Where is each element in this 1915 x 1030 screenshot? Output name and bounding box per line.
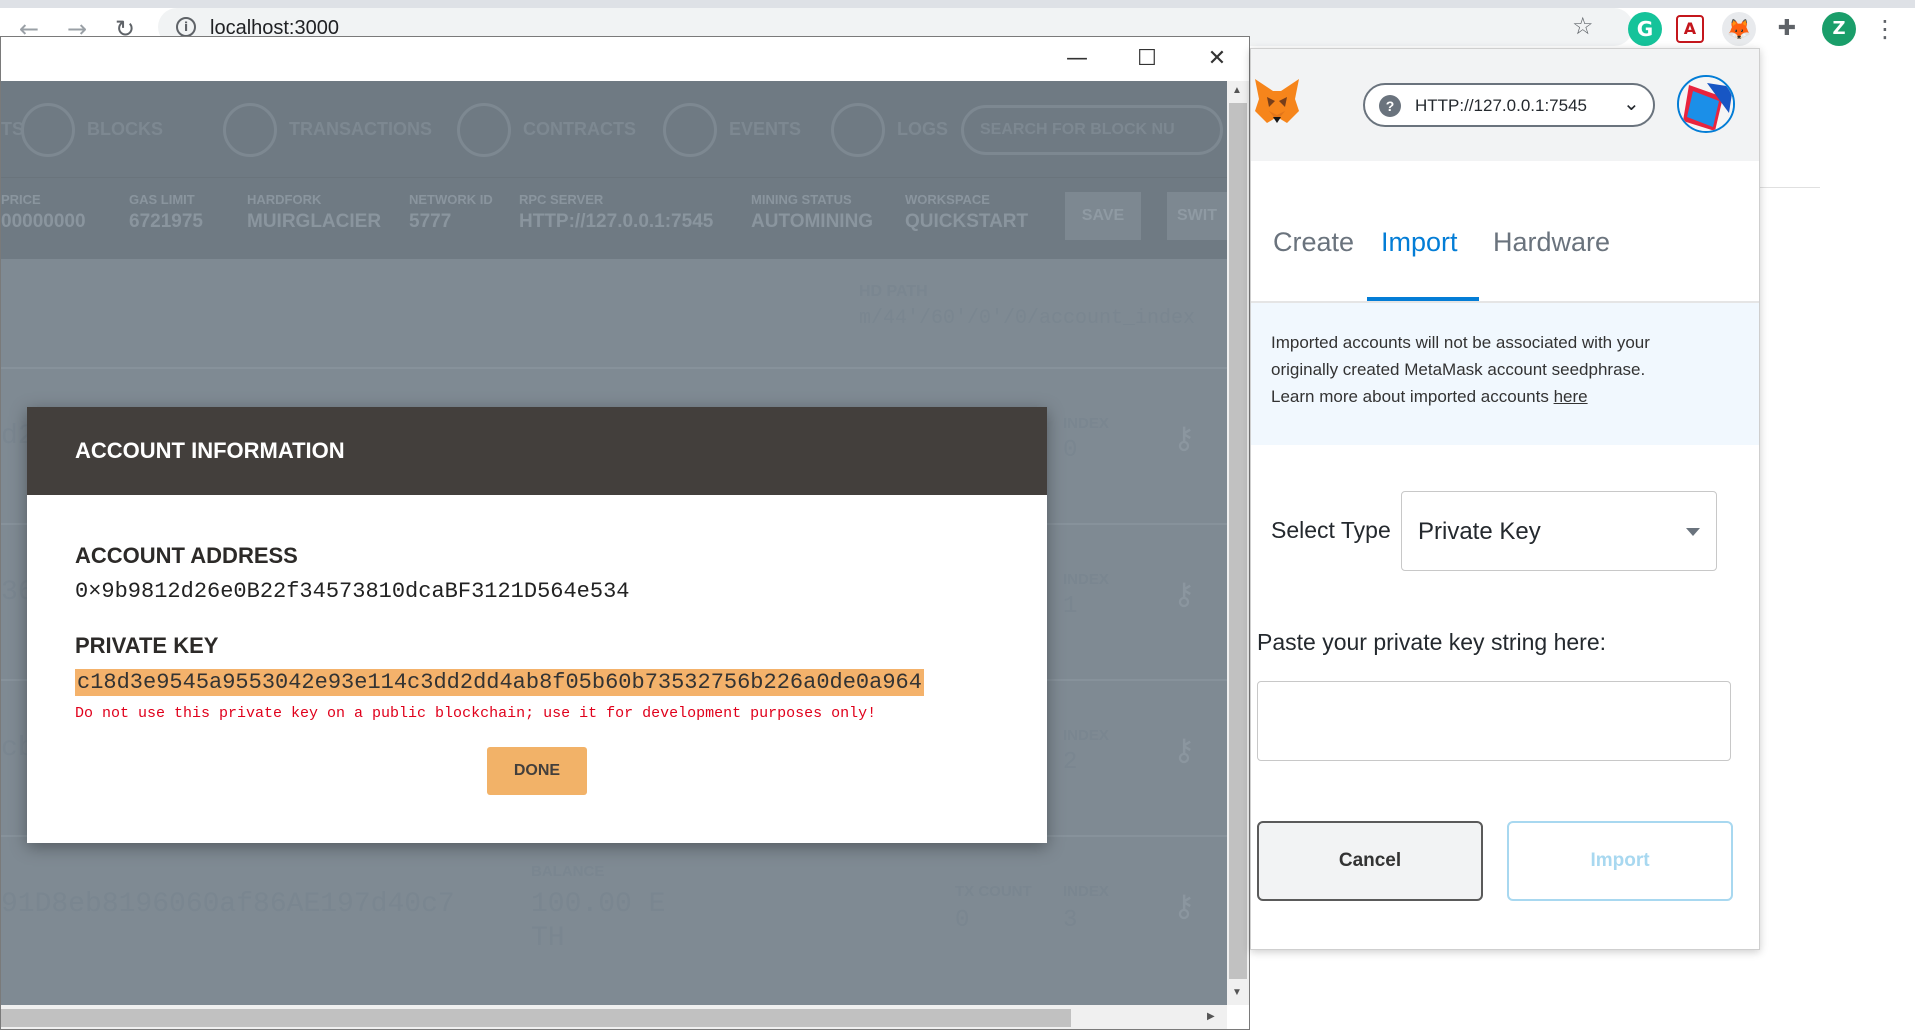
browser-menu-icon[interactable]: ⋮: [1868, 12, 1902, 46]
contracts-icon: [457, 103, 511, 158]
nav-contracts[interactable]: CONTRACTS: [457, 101, 636, 158]
private-key-value[interactable]: c18d3e9545a9553042e93e114c3dd2dd4ab8f05b…: [75, 669, 924, 696]
network-selector[interactable]: ? HTTP://127.0.0.1:7545 ⌄: [1363, 83, 1655, 127]
private-key-label: PRIVATE KEY: [75, 633, 219, 658]
modal-title: ACCOUNT INFORMATION: [27, 407, 1047, 495]
tab-create[interactable]: Create: [1273, 227, 1354, 258]
minimize-button[interactable]: —: [1057, 41, 1097, 77]
transactions-icon: [223, 103, 277, 158]
account-address-label: ACCOUNT ADDRESS: [75, 543, 298, 568]
stat-rpc-server: RPC SERVER HTTP://127.0.0.1:7545: [519, 192, 714, 232]
vertical-scrollbar[interactable]: ▲ ▼: [1227, 81, 1249, 1005]
nav-blocks[interactable]: BLOCKS: [21, 101, 163, 158]
account-avatar[interactable]: [1677, 75, 1735, 133]
stat-workspace: WORKSPACE QUICKSTART: [905, 192, 1029, 232]
active-tab-indicator: [1367, 297, 1479, 301]
metamask-header: ? HTTP://127.0.0.1:7545 ⌄: [1251, 49, 1759, 161]
show-key-icon[interactable]: ⚷: [1173, 577, 1209, 613]
account-method-tabs: Create Import Hardware: [1251, 161, 1759, 303]
maximize-button[interactable]: ☐: [1127, 41, 1167, 77]
close-icon: ✕: [1207, 46, 1227, 71]
horizontal-scroll-thumb[interactable]: [1, 1009, 1071, 1027]
stat-mining-status: MINING STATUS AUTOMINING: [751, 192, 874, 232]
page-divider: [1760, 187, 1820, 188]
show-key-icon[interactable]: ⚷: [1173, 733, 1209, 769]
profile-avatar[interactable]: Z: [1822, 12, 1856, 46]
events-bell-icon: [663, 103, 717, 158]
horizontal-scrollbar[interactable]: ▶: [1, 1005, 1227, 1029]
stat-gas-limit: GAS LIMIT 6721975: [129, 192, 203, 232]
import-type-value: Private Key: [1418, 518, 1541, 545]
minimize-icon: —: [1066, 46, 1088, 71]
learn-more-link[interactable]: here: [1554, 387, 1588, 406]
network-help-icon: ?: [1379, 95, 1401, 117]
switch-workspace-button[interactable]: SWIT: [1167, 192, 1227, 240]
stat-gas-price: PRICE 00000000: [1, 192, 86, 232]
nav-logs[interactable]: LOGS: [831, 101, 948, 158]
save-workspace-button[interactable]: SAVE: [1065, 192, 1141, 240]
identicon-icon: [1679, 77, 1733, 131]
ganache-app: TS BLOCKS TRANSACTIONS CONTRACTS EVENTS …: [1, 81, 1227, 1005]
ganache-stats-bar: PRICE 00000000 GAS LIMIT 6721975 HARDFORK M…: [1, 177, 1227, 259]
metamask-popup: ? HTTP://127.0.0.1:7545 ⌄ Create Import …: [1250, 48, 1760, 950]
logs-icon: [831, 103, 885, 158]
metamask-extension-icon[interactable]: 🦊: [1722, 12, 1756, 46]
grammarly-icon[interactable]: G: [1628, 12, 1662, 46]
done-button[interactable]: DONE: [487, 747, 587, 795]
select-type-label: Select Type: [1271, 517, 1391, 543]
hd-path-label: HD PATH: [859, 283, 928, 300]
metamask-fox-icon: [1255, 79, 1299, 123]
scroll-down-icon[interactable]: ▼: [1232, 987, 1242, 998]
extensions-puzzle-icon[interactable]: ✚: [1770, 12, 1804, 46]
tab-strip: [0, 0, 1915, 8]
site-info-icon[interactable]: i: [176, 17, 196, 37]
import-info-notice: Imported accounts will not be associated…: [1251, 303, 1759, 445]
caret-down-icon: [1686, 528, 1700, 536]
network-name: HTTP://127.0.0.1:7545: [1415, 96, 1587, 115]
block-search-input[interactable]: SEARCH FOR BLOCK NU: [961, 105, 1223, 155]
scroll-up-icon[interactable]: ▲: [1232, 85, 1242, 96]
account-information-modal: ACCOUNT INFORMATION ACCOUNT ADDRESS 0×9b…: [27, 407, 1047, 843]
vertical-scroll-thumb[interactable]: [1229, 103, 1247, 979]
stat-hardfork: HARDFORK MUIRGLACIER: [247, 192, 382, 232]
import-type-select[interactable]: Private Key: [1401, 491, 1717, 571]
paste-key-label: Paste your private key string here:: [1257, 629, 1606, 655]
row-divider: [1, 367, 1227, 369]
nav-transactions[interactable]: TRANSACTIONS: [223, 101, 432, 158]
import-button[interactable]: Import: [1507, 821, 1733, 901]
ganache-window: — ☐ ✕ TS BLOCKS TRANSACTIONS CONTRACTS E…: [0, 36, 1250, 1030]
hd-path-value: m/44'/60'/0'/0/account_index: [859, 307, 1196, 330]
window-titlebar: — ☐ ✕: [1, 37, 1249, 81]
stat-network-id: NETWORK ID 5777: [409, 192, 493, 232]
acrobat-icon[interactable]: A: [1676, 15, 1704, 43]
tab-hardware[interactable]: Hardware: [1493, 227, 1610, 258]
ganache-nav: TS BLOCKS TRANSACTIONS CONTRACTS EVENTS …: [1, 81, 1227, 177]
chevron-down-icon: ⌄: [1623, 91, 1640, 115]
private-key-input[interactable]: [1257, 681, 1731, 761]
close-button[interactable]: ✕: [1197, 41, 1237, 77]
bookmark-star-icon[interactable]: ☆: [1572, 12, 1594, 40]
scroll-right-icon[interactable]: ▶: [1207, 1011, 1215, 1022]
tab-import[interactable]: Import: [1381, 227, 1458, 258]
maximize-icon: ☐: [1137, 46, 1157, 71]
account-address-value[interactable]: 0×9b9812d26e0B22f34573810dcaBF3121D564e5…: [75, 579, 630, 604]
cancel-button[interactable]: Cancel: [1257, 821, 1483, 901]
nav-events[interactable]: EVENTS: [663, 101, 801, 158]
show-key-icon[interactable]: ⚷: [1173, 889, 1209, 925]
blocks-icon: [21, 103, 75, 158]
private-key-warning: Do not use this private key on a public …: [75, 705, 877, 722]
show-key-icon[interactable]: ⚷: [1173, 421, 1209, 457]
